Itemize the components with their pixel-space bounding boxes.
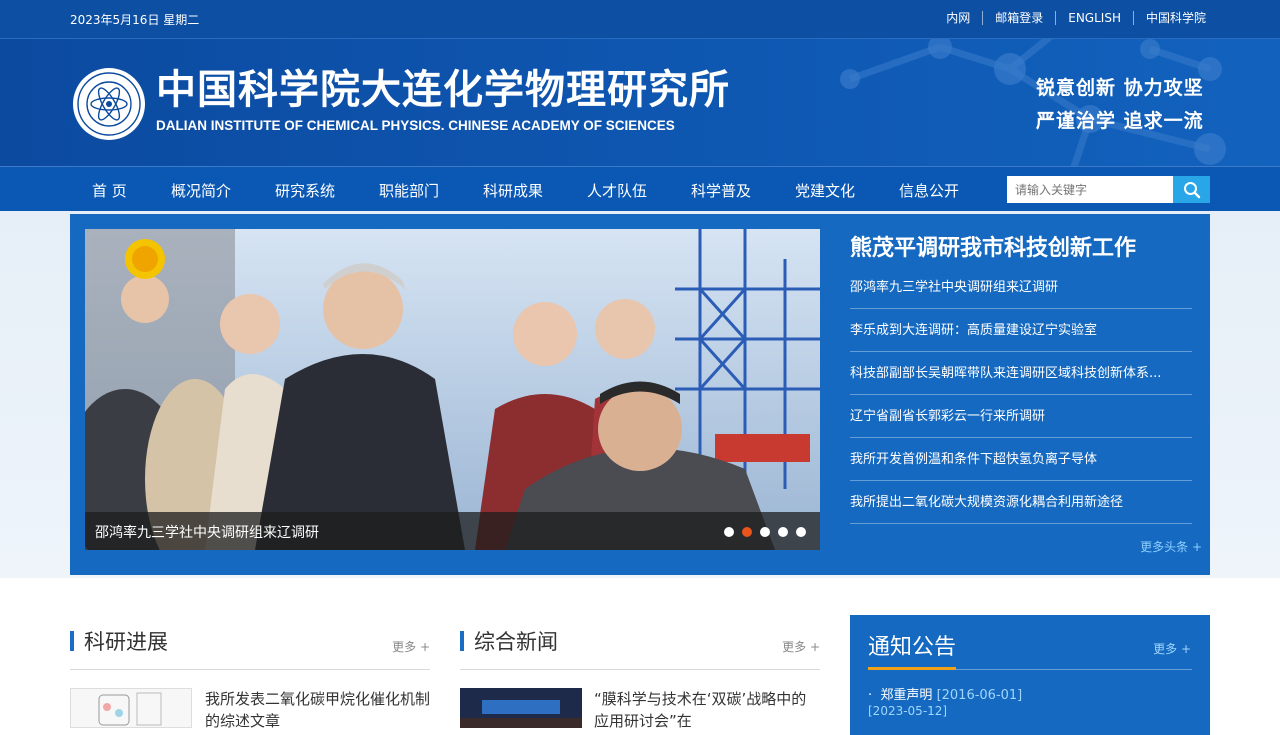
slogan-line-1: 锐意创新 协力攻坚 [1036,77,1204,99]
site-banner: 中国科学院大连化学物理研究所 DALIAN INSTITUTE OF CHEMI… [0,38,1280,166]
notice-item-text: 郑重声明 [880,688,933,703]
slider-dot-5[interactable] [796,527,806,537]
site-title-en: DALIAN INSTITUTE OF CHEMICAL PHYSICS. CH… [156,118,675,133]
headline-item[interactable]: 辽宁省副省长郭彩云一行来所调研 [850,395,1192,438]
research-more-link[interactable]: 更多 + [392,638,430,655]
slide-photo [85,229,820,550]
slogan-line-2: 严谨治学 追求一流 [1036,110,1204,132]
nav-item-disclosure[interactable]: 信息公开 [899,180,959,201]
cas-link[interactable]: 中国科学院 [1132,11,1206,25]
cas-dicp-logo [73,68,145,140]
research-thumbnail-image [71,689,191,727]
main-nav: 首 页 概况简介 研究系统 职能部门 科研成果 人才队伍 科学普及 党建文化 信… [0,166,1280,211]
intranet-link[interactable]: 内网 [934,11,982,25]
headline-item[interactable]: 我所开发首例温和条件下超快氢负离子导体 [850,438,1192,481]
headline-item[interactable]: 李乐成到大连调研：高质量建设辽宁实验室 [850,309,1192,352]
headline-item[interactable]: 邵鸿率九三学社中央调研组来辽调研 [850,266,1192,309]
nav-item-achievements[interactable]: 科研成果 [483,180,543,201]
slider-dots [716,527,806,537]
nav-item-overview[interactable]: 概况简介 [171,180,231,201]
slider-dot-3[interactable] [760,527,770,537]
site-title-cn: 中国科学院大连化学物理研究所 [156,66,730,113]
slider-dot-4[interactable] [778,527,788,537]
headline-title[interactable]: 熊茂平调研我市科技创新工作 [850,230,1136,262]
research-section-header: 科研进展 更多 + [70,626,430,670]
molecule-decoration [840,39,1226,166]
nav-item-home[interactable]: 首 页 [92,180,127,201]
search-icon [1183,181,1200,198]
slider-dot-1[interactable] [724,527,734,537]
headline-list: 邵鸿率九三学社中央调研组来辽调研 李乐成到大连调研：高质量建设辽宁实验室 科技部… [850,266,1192,524]
search-input[interactable] [1007,176,1173,203]
nav-item-research-system[interactable]: 研究系统 [275,180,335,201]
notice-panel: 通知公告 更多 + · 郑重声明 [2016-06-01] [2023-05-1… [850,615,1210,735]
top-bar: 2023年5月16日 星期二 内网 邮箱登录 ENGLISH 中国科学院 [0,0,1280,38]
current-date: 2023年5月16日 星期二 [70,13,200,27]
notice-item-date: [2023-05-12] [868,704,948,718]
top-links: 内网 邮箱登录 ENGLISH 中国科学院 [934,11,1206,25]
news-thumbnail[interactable] [460,688,582,728]
nav-item-departments[interactable]: 职能部门 [379,180,439,201]
news-more-link[interactable]: 更多 + [782,638,820,655]
section-marker [70,631,74,651]
notice-title: 通知公告 [868,635,957,660]
headline-item[interactable]: 我所提出二氧化碳大规模资源化耦合利用新途径 [850,481,1192,524]
research-thumbnail[interactable] [70,688,192,728]
more-headlines-link[interactable]: 更多头条 + [1140,538,1202,555]
slide-caption[interactable]: 邵鸿率九三学社中央调研组来辽调研 [95,522,319,542]
news-thumbnail-image [460,688,582,728]
news-section-title: 综合新闻 [474,630,558,654]
mail-login-link[interactable]: 邮箱登录 [982,11,1055,25]
headline-item[interactable]: 科技部副部长吴朝晖带队来连调研区域科技创新体系... [850,352,1192,395]
notice-more-link[interactable]: 更多 + [1153,640,1191,657]
notice-item[interactable]: · 郑重声明 [2016-06-01] [868,684,1022,703]
news-item[interactable]: “膜科学与技术在‘双碳’战略中的应用研讨会”在 [594,688,820,732]
nav-item-party-culture[interactable]: 党建文化 [795,180,855,201]
news-slider[interactable]: 邵鸿率九三学社中央调研组来辽调研 [85,229,820,550]
research-item[interactable]: 我所发表二氧化碳甲烷化催化机制的综述文章 [205,688,431,732]
search-button[interactable] [1173,176,1210,203]
nav-item-talent[interactable]: 人才队伍 [587,180,647,201]
notice-item-date: [2016-06-01] [936,688,1023,703]
notice-title-underline [868,667,956,670]
english-link[interactable]: ENGLISH [1055,11,1133,25]
news-section-header: 综合新闻 更多 + [460,626,820,670]
section-marker [460,631,464,651]
research-section-title: 科研进展 [84,630,168,654]
slide-caption-bar: 邵鸿率九三学社中央调研组来辽调研 [85,512,820,550]
nav-item-popular-science[interactable]: 科学普及 [691,180,751,201]
slider-dot-2[interactable] [742,527,752,537]
